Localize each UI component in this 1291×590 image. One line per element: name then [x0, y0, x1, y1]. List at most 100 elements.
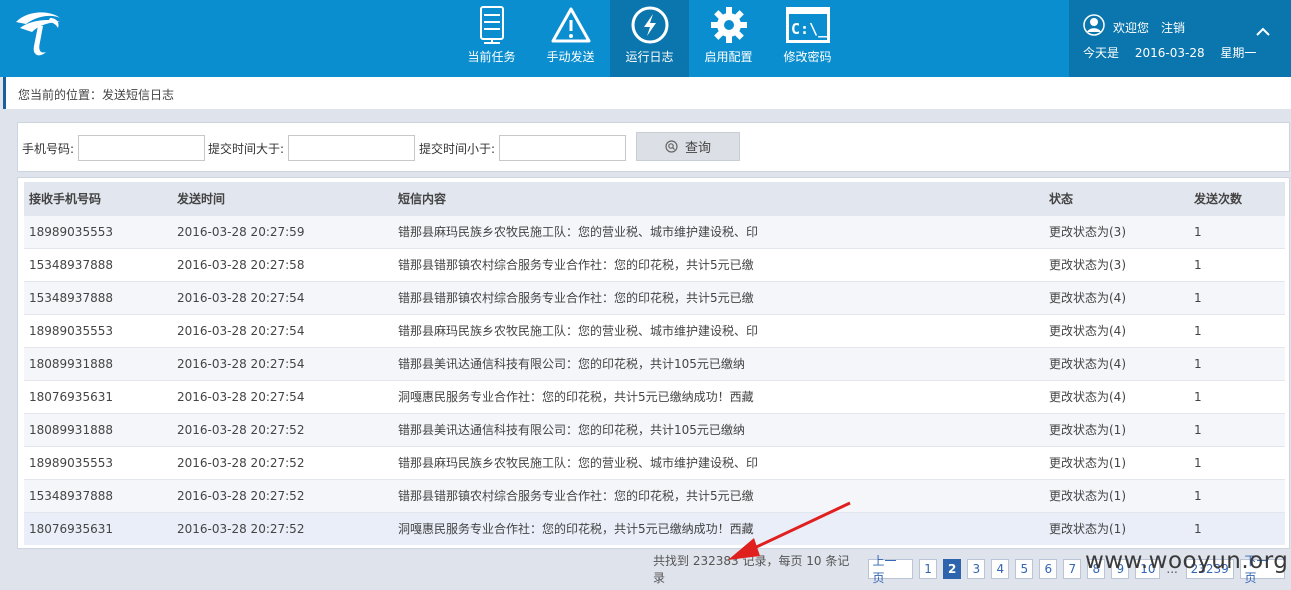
search-form: 手机号码: 提交时间大于: 提交时间小于: 查询	[17, 122, 1290, 172]
cell-time: 2016-03-28 20:27:54	[172, 280, 393, 314]
date-value: 2016-03-28	[1134, 46, 1205, 60]
nav-label: 手动发送	[546, 50, 595, 64]
cell-phone: 15348937888	[24, 478, 172, 512]
console-icon: C:\_	[784, 4, 832, 46]
query-button[interactable]: 查询	[636, 132, 740, 161]
cell-status: 更改状态为(4)	[1044, 313, 1189, 347]
annotation-arrow-icon	[728, 501, 851, 560]
cell-content: 错那县错那镇农村综合服务专业合作社：您的印花税，共计5元已缴	[393, 280, 1044, 314]
page-button[interactable]: 4	[991, 559, 1010, 579]
cell-time: 2016-03-28 20:27:52	[172, 511, 393, 545]
cell-phone: 15348937888	[24, 280, 172, 314]
cell-status: 更改状态为(1)	[1044, 511, 1189, 545]
main-nav: 当前任务 手动发送 运行日志 启用配置 C:\_ 修改密码	[452, 0, 847, 77]
table-header-row: 接收手机号码 发送时间 短信内容 状态 发送次数	[24, 182, 1285, 215]
table-row[interactable]: 15348937888 2016-03-28 20:27:54 错那县错那镇农村综合…	[24, 280, 1285, 314]
today-date: 今天是 2016-03-28 星期一	[1083, 44, 1268, 61]
col-send-time[interactable]: 发送时间	[172, 182, 393, 215]
cell-status: 更改状态为(3)	[1044, 247, 1189, 281]
nav-enable-config[interactable]: 启用配置	[689, 0, 768, 77]
query-label: 查询	[684, 141, 711, 156]
page-button[interactable]: 3	[967, 559, 986, 579]
table-row[interactable]: 18076935631 2016-03-28 20:27:54 洞嘎惠民服务专业合作…	[24, 379, 1285, 413]
svg-text:C:\_: C:\_	[791, 20, 828, 38]
cell-count: 1	[1189, 214, 1285, 248]
weekday-value: 星期一	[1220, 46, 1257, 60]
gear-icon	[705, 4, 753, 46]
user-panel: 欢迎您 注销 今天是 2016-03-28 星期一	[1069, 0, 1291, 77]
cell-content: 洞嘎惠民服务专业合作社：您的印花税，共计5元已缴纳成功！西藏	[393, 511, 1044, 545]
nav-label: 修改密码	[783, 50, 832, 64]
cell-phone: 18076935631	[24, 379, 172, 413]
page-button[interactable]: 1	[919, 559, 938, 579]
cell-phone: 18076935631	[24, 511, 172, 545]
today-label: 今天是	[1083, 46, 1120, 60]
col-content[interactable]: 短信内容	[393, 182, 1044, 215]
cell-time: 2016-03-28 20:27:54	[172, 313, 393, 347]
nav-current-tasks[interactable]: 当前任务	[452, 0, 531, 77]
cell-content: 错那县错那镇农村综合服务专业合作社：您的印花税，共计5元已缴	[393, 478, 1044, 512]
chevron-up-icon[interactable]	[1255, 26, 1271, 38]
cell-status: 更改状态为(4)	[1044, 379, 1189, 413]
nav-label: 启用配置	[704, 50, 753, 64]
welcome-text: 欢迎您	[1113, 21, 1150, 35]
time-gt-label: 提交时间大于:	[208, 142, 285, 156]
search-icon	[665, 140, 678, 153]
cell-count: 1	[1189, 280, 1285, 314]
table-row[interactable]: 18076935631 2016-03-28 20:27:52 洞嘎惠民服务专业合作…	[24, 511, 1285, 545]
nav-label: 当前任务	[467, 50, 516, 64]
cell-content: 错那县麻玛民族乡农牧民施工队：您的营业税、城市维护建设税、印	[393, 313, 1044, 347]
phone-input[interactable]	[78, 135, 205, 161]
prev-page-button[interactable]: 上一页	[867, 554, 914, 585]
cell-phone: 15348937888	[24, 247, 172, 281]
col-phone[interactable]: 接收手机号码	[24, 182, 172, 215]
page-button-current[interactable]: 2	[943, 559, 962, 579]
cell-time: 2016-03-28 20:27:54	[172, 346, 393, 380]
cell-status: 更改状态为(4)	[1044, 346, 1189, 380]
cell-content: 洞嘎惠民服务专业合作社：您的印花税，共计5元已缴纳成功！西藏	[393, 379, 1044, 413]
log-icon	[626, 4, 674, 46]
logout-link[interactable]: 注销	[1161, 19, 1185, 36]
page-button[interactable]: 5	[1015, 559, 1034, 579]
cell-count: 1	[1189, 247, 1285, 281]
table-row[interactable]: 18089931888 2016-03-28 20:27:52 错那县美讯达通信科技…	[24, 412, 1285, 446]
cell-status: 更改状态为(1)	[1044, 445, 1189, 479]
col-status[interactable]: 状态	[1044, 182, 1189, 215]
table-row[interactable]: 18989035553 2016-03-28 20:27:54 错那县麻玛民族乡农牧…	[24, 313, 1285, 347]
breadcrumb: 您当前的位置：发送短信日志	[3, 77, 1291, 109]
top-header: 当前任务 手动发送 运行日志 启用配置 C:\_ 修改密码 欢迎您 注销 今天是…	[0, 0, 1291, 77]
cell-content: 错那县美讯达通信科技有限公司：您的印花税，共计105元已缴纳	[393, 346, 1044, 380]
server-icon	[468, 4, 516, 46]
col-send-count[interactable]: 发送次数	[1189, 182, 1285, 215]
table-row[interactable]: 18089931888 2016-03-28 20:27:54 错那县美讯达通信科技…	[24, 346, 1285, 380]
cell-content: 错那县美讯达通信科技有限公司：您的印花税，共计105元已缴纳	[393, 412, 1044, 446]
time-lt-input[interactable]	[499, 135, 626, 161]
cell-time: 2016-03-28 20:27:52	[172, 478, 393, 512]
cell-time: 2016-03-28 20:27:58	[172, 247, 393, 281]
table-row[interactable]: 18989035553 2016-03-28 20:27:59 错那县麻玛民族乡农牧…	[24, 214, 1285, 248]
nav-manual-send[interactable]: 手动发送	[531, 0, 610, 77]
nav-run-log[interactable]: 运行日志	[610, 0, 689, 77]
table-row[interactable]: 18989035553 2016-03-28 20:27:52 错那县麻玛民族乡农牧…	[24, 445, 1285, 479]
cell-time: 2016-03-28 20:27:59	[172, 214, 393, 248]
cell-time: 2016-03-28 20:27:52	[172, 445, 393, 479]
cell-status: 更改状态为(1)	[1044, 478, 1189, 512]
china-telecom-logo[interactable]	[10, 6, 66, 62]
log-table-panel: 接收手机号码 发送时间 短信内容 状态 发送次数 18989035553 2016…	[17, 177, 1290, 549]
table-row[interactable]: 15348937888 2016-03-28 20:27:52 错那县错那镇农村综合…	[24, 478, 1285, 512]
cell-phone: 18089931888	[24, 346, 172, 380]
page-button[interactable]: 6	[1039, 559, 1058, 579]
cell-time: 2016-03-28 20:27:52	[172, 412, 393, 446]
cell-count: 1	[1189, 478, 1285, 512]
cell-count: 1	[1189, 412, 1285, 446]
watermark-text: www.wooyun.org	[1085, 548, 1289, 574]
cell-content: 错那县麻玛民族乡农牧民施工队：您的营业税、城市维护建设税、印	[393, 214, 1044, 248]
cell-count: 1	[1189, 346, 1285, 380]
cell-status: 更改状态为(1)	[1044, 412, 1189, 446]
nav-change-password[interactable]: C:\_ 修改密码	[768, 0, 847, 77]
cell-count: 1	[1189, 511, 1285, 545]
table-row[interactable]: 15348937888 2016-03-28 20:27:58 错那县错那镇农村综合…	[24, 247, 1285, 281]
time-gt-input[interactable]	[288, 135, 415, 161]
page-button[interactable]: 7	[1063, 559, 1082, 579]
cell-status: 更改状态为(3)	[1044, 214, 1189, 248]
